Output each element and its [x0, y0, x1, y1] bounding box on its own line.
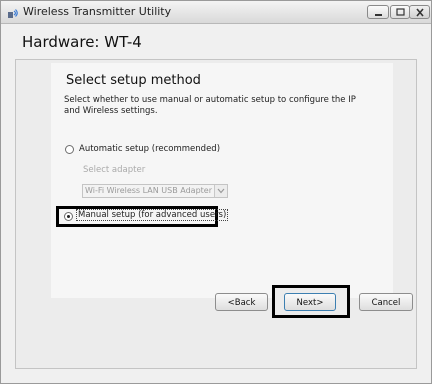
content-panel: Select setup method Select whether to us…	[15, 59, 417, 369]
minimize-button[interactable]	[367, 5, 389, 19]
hardware-title: Hardware: WT-4	[22, 33, 142, 51]
adapter-select-toggle[interactable]	[214, 185, 227, 197]
adapter-select[interactable]: Wi-Fi Wireless LAN USB Adapter	[82, 184, 228, 198]
window-title: Wireless Transmitter Utility	[23, 5, 172, 18]
manual-setup-radio[interactable]	[64, 212, 73, 221]
cancel-button[interactable]: Cancel	[359, 293, 413, 311]
description-text: Select whether to use manual or automati…	[64, 95, 356, 116]
maximize-icon	[396, 8, 405, 16]
automatic-setup-radio[interactable]	[65, 145, 74, 154]
minimize-icon	[375, 14, 382, 16]
section-title: Select setup method	[66, 73, 201, 88]
adapter-select-value: Wi-Fi Wireless LAN USB Adapter	[85, 186, 212, 195]
manual-setup-label[interactable]: Manual setup (for advanced users)	[75, 209, 229, 221]
chevron-down-icon	[217, 188, 225, 194]
app-icon	[6, 5, 20, 19]
header-area: Hardware: WT-4	[1, 24, 431, 58]
close-icon	[416, 8, 424, 17]
next-button[interactable]: Next>	[284, 293, 336, 311]
setup-window: Wireless Transmitter Utility Hardware: W…	[0, 0, 432, 384]
radio-selected-dot	[67, 215, 70, 218]
automatic-setup-label[interactable]: Automatic setup (recommended)	[79, 144, 220, 154]
close-button[interactable]	[409, 5, 430, 19]
maximize-button[interactable]	[390, 5, 410, 19]
select-adapter-label: Select adapter	[83, 165, 146, 175]
title-bar[interactable]: Wireless Transmitter Utility	[1, 1, 431, 24]
back-button[interactable]: <Back	[215, 293, 268, 311]
